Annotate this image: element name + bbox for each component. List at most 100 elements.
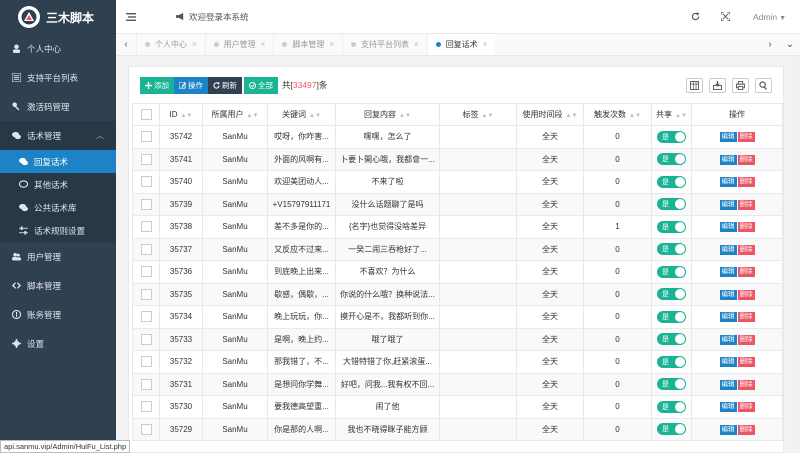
- edit-button[interactable]: 编辑: [719, 222, 737, 233]
- sidebar-item-profile[interactable]: 个人中心: [0, 34, 116, 63]
- delete-button[interactable]: 删除: [737, 312, 755, 323]
- edit-button[interactable]: 编辑: [719, 177, 737, 188]
- table-row[interactable]: 35730 SanMu 要我德高望重... 闹了他 全天 0 是 编辑 删除: [132, 395, 783, 419]
- share-toggle[interactable]: 是: [657, 153, 686, 166]
- tabs-menu-button[interactable]: ⌄: [780, 39, 800, 50]
- row-select-cell[interactable]: [132, 372, 160, 396]
- sidebar-subitem-public[interactable]: 公共话术库: [0, 196, 116, 219]
- table-row[interactable]: 35731 SanMu 是想问你学舞... 好吧，问我...我有权不回... 全天 0 是 编…: [132, 372, 783, 396]
- sidebar-subitem-rules[interactable]: 话术规则设置: [0, 219, 116, 242]
- table-row[interactable]: 35742 SanMu 哎呀，你咋害... 嘿嘿，怎么了 全天 0 是 编辑 删除: [132, 125, 783, 149]
- share-toggle[interactable]: 是: [657, 288, 686, 301]
- edit-button[interactable]: 编辑: [719, 402, 737, 413]
- row-checkbox[interactable]: [140, 423, 152, 435]
- row-select-cell[interactable]: [132, 417, 160, 441]
- col-trigger[interactable]: 触发次数 ▲▼: [583, 103, 652, 126]
- row-checkbox[interactable]: [140, 221, 152, 233]
- row-select-cell[interactable]: [132, 215, 160, 239]
- col-time[interactable]: 使用时间段 ▲▼: [516, 103, 584, 126]
- close-icon[interactable]: ×: [192, 40, 197, 49]
- col-user[interactable]: 所属用户 ▲▼: [202, 103, 268, 126]
- refresh-list-button[interactable]: 刷新: [208, 76, 242, 94]
- scrollbar[interactable]: [794, 56, 800, 453]
- col-share[interactable]: 共享 ▲▼: [651, 103, 692, 126]
- table-row[interactable]: 35736 SanMu 到底晚上出来... 不喜欢？为什么 全天 0 是 编辑 删除: [132, 260, 783, 284]
- row-select-cell[interactable]: [132, 125, 160, 149]
- row-checkbox[interactable]: [140, 176, 152, 188]
- delete-button[interactable]: 删除: [737, 424, 755, 435]
- edit-button[interactable]: 编辑: [719, 379, 737, 390]
- table-row[interactable]: 35735 SanMu 歇感，偶歇，... 你说的什么哦？换种说法... 全天 0 是 编辑删…: [132, 282, 783, 306]
- close-icon[interactable]: ×: [329, 40, 334, 49]
- table-row[interactable]: 35729 SanMu 你是那的人啊... 我也不晓得眯子能方顾 全天 0 是 编辑 删除: [132, 417, 783, 441]
- table-row[interactable]: 35734 SanMu 晚上玩玩，你... 摸开心是不，我都听到你... 全天 0 是 编辑删…: [132, 305, 783, 329]
- edit-button[interactable]: 编辑: [719, 132, 737, 143]
- row-select-cell[interactable]: [132, 305, 160, 329]
- operate-button[interactable]: 操作: [174, 76, 208, 94]
- share-toggle[interactable]: 是: [657, 265, 686, 278]
- sidebar-item-finance[interactable]: 账务管理: [0, 300, 116, 329]
- share-toggle[interactable]: 是: [657, 400, 686, 413]
- user-menu[interactable]: Admin ▼: [753, 12, 786, 22]
- delete-button[interactable]: 删除: [737, 222, 755, 233]
- columns-button[interactable]: [686, 77, 703, 93]
- table-row[interactable]: 35739 SanMu +V15797911171 没什么话题聊了是吗 全天 0 是 编辑 删除: [132, 192, 783, 216]
- delete-button[interactable]: 删除: [737, 132, 755, 143]
- col-tag[interactable]: 标签 ▲▼: [439, 103, 517, 126]
- tab-platforms[interactable]: 支持平台列表 ×: [342, 34, 427, 55]
- row-checkbox[interactable]: [140, 356, 152, 368]
- delete-button[interactable]: 删除: [737, 379, 755, 390]
- table-row[interactable]: 35740 SanMu 欢迎美团动人... 不来了啦 全天 0 是 编辑 删除: [132, 170, 783, 194]
- share-toggle[interactable]: 是: [657, 175, 686, 188]
- row-select-cell[interactable]: [132, 282, 160, 306]
- brand[interactable]: 三木脚本: [0, 0, 116, 34]
- all-button[interactable]: 全部: [244, 76, 278, 94]
- table-row[interactable]: 35733 SanMu 是啊，晚上约... 哦了哦了 全天 0 是 编辑 删除: [132, 327, 783, 351]
- delete-button[interactable]: 删除: [737, 334, 755, 345]
- tab-profile[interactable]: 个人中心 ×: [136, 34, 205, 55]
- row-checkbox[interactable]: [140, 288, 152, 300]
- refresh-button[interactable]: [681, 12, 711, 21]
- share-toggle[interactable]: 是: [657, 198, 686, 211]
- share-toggle[interactable]: 是: [657, 220, 686, 233]
- sidebar-item-activation[interactable]: 激活码管理: [0, 92, 116, 121]
- select-all-cell[interactable]: [132, 103, 160, 126]
- sidebar-item-users[interactable]: 用户管理: [0, 242, 116, 271]
- row-checkbox[interactable]: [140, 333, 152, 345]
- print-button[interactable]: [732, 77, 749, 93]
- row-select-cell[interactable]: [132, 192, 160, 216]
- edit-button[interactable]: 编辑: [719, 357, 737, 368]
- close-icon[interactable]: ×: [414, 40, 419, 49]
- delete-button[interactable]: 删除: [737, 357, 755, 368]
- fullscreen-button[interactable]: [711, 12, 741, 21]
- row-select-cell[interactable]: [132, 260, 160, 284]
- row-select-cell[interactable]: [132, 147, 160, 171]
- share-toggle[interactable]: 是: [657, 333, 686, 346]
- table-row[interactable]: 35741 SanMu 外面的风啊有... 卜要卜開心哦，我都會一... 全天 0 是 编辑删…: [132, 147, 783, 171]
- col-keyword[interactable]: 关键词 ▲▼: [267, 103, 336, 126]
- tab-reply[interactable]: 回复话术 ×: [426, 34, 496, 55]
- menu-toggle-button[interactable]: [116, 12, 146, 22]
- search-button[interactable]: [755, 77, 772, 93]
- share-toggle[interactable]: 是: [657, 378, 686, 391]
- row-select-cell[interactable]: [132, 237, 160, 261]
- share-toggle[interactable]: 是: [657, 355, 686, 368]
- row-checkbox[interactable]: [140, 131, 152, 143]
- row-select-cell[interactable]: [132, 170, 160, 194]
- row-checkbox[interactable]: [140, 198, 152, 210]
- row-checkbox[interactable]: [140, 401, 152, 413]
- delete-button[interactable]: 删除: [737, 289, 755, 300]
- tabs-scroll-left-button[interactable]: ‹: [116, 39, 136, 50]
- share-toggle[interactable]: 是: [657, 243, 686, 256]
- table-row[interactable]: 35738 SanMu 差不多是你的... {名字}也觉得没啥差异 全天 1 是 编辑 删除: [132, 215, 783, 239]
- sidebar-item-settings[interactable]: 设置: [0, 329, 116, 358]
- select-all-checkbox[interactable]: [140, 109, 152, 120]
- close-icon[interactable]: ×: [261, 40, 266, 49]
- row-select-cell[interactable]: [132, 350, 160, 374]
- sidebar-item-platforms[interactable]: 支持平台列表: [0, 63, 116, 92]
- edit-button[interactable]: 编辑: [719, 267, 737, 278]
- tab-scripts[interactable]: 脚本管理 ×: [273, 34, 342, 55]
- edit-button[interactable]: 编辑: [719, 334, 737, 345]
- edit-button[interactable]: 编辑: [719, 244, 737, 255]
- table-row[interactable]: 35737 SanMu 又反应不过来... 一癸二闹三吞枪好了... 全天 0 是 编辑 删除: [132, 237, 783, 261]
